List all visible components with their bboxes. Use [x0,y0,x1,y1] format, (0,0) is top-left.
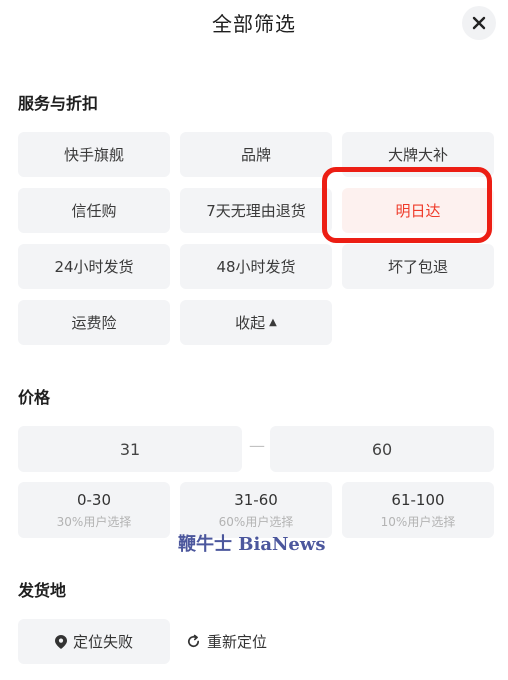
chip-kuaishou-flagship[interactable]: 快手旗舰 [18,132,170,177]
relocate-button[interactable]: 重新定位 [186,619,267,664]
price-range-option[interactable]: 0-30 30%用户选择 [18,482,170,538]
close-button[interactable] [462,6,496,40]
header: 全部筛选 [0,0,508,46]
price-range-option[interactable]: 61-100 10%用户选择 [342,482,494,538]
chip-brand[interactable]: 品牌 [180,132,332,177]
range-share: 60%用户选择 [218,514,294,529]
services-section-title: 服务与折扣 [18,94,99,113]
caret-up-icon: ▲ [269,317,277,328]
location-status: 定位失败 [72,633,133,651]
collapse-label: 收起 [235,314,266,332]
range-label: 61-100 [391,490,445,509]
range-label: 31-60 [234,490,278,509]
price-section-title: 价格 [18,388,51,407]
location-chip[interactable]: 定位失败 [18,619,170,664]
watermark-logo: 鞭牛士 BiaNews [178,534,326,555]
shipping-section-title: 发货地 [18,581,67,600]
relocate-label: 重新定位 [207,633,268,651]
highlight-annotation [322,167,492,243]
range-label: 0-30 [76,490,112,509]
range-share: 30%用户选择 [56,514,132,529]
close-icon [472,16,486,30]
collapse-button[interactable]: 收起 ▲ [180,300,332,345]
chip-48h-ship[interactable]: 48小时发货 [180,244,332,289]
price-max-input[interactable]: 60 [270,426,494,472]
chip-trust-purchase[interactable]: 信任购 [18,188,170,233]
price-separator: — [249,436,265,455]
range-share: 10%用户选择 [380,514,456,529]
refresh-icon [188,634,200,648]
location-pin-icon [54,634,67,649]
page-title: 全部筛选 [212,12,296,36]
chip-broken-refund[interactable]: 坏了包退 [342,244,494,289]
price-min-input[interactable]: 31 [18,426,242,472]
chip-24h-ship[interactable]: 24小时发货 [18,244,170,289]
chip-7day-return[interactable]: 7天无理由退货 [180,188,332,233]
chip-shipping-insurance[interactable]: 运费险 [18,300,170,345]
